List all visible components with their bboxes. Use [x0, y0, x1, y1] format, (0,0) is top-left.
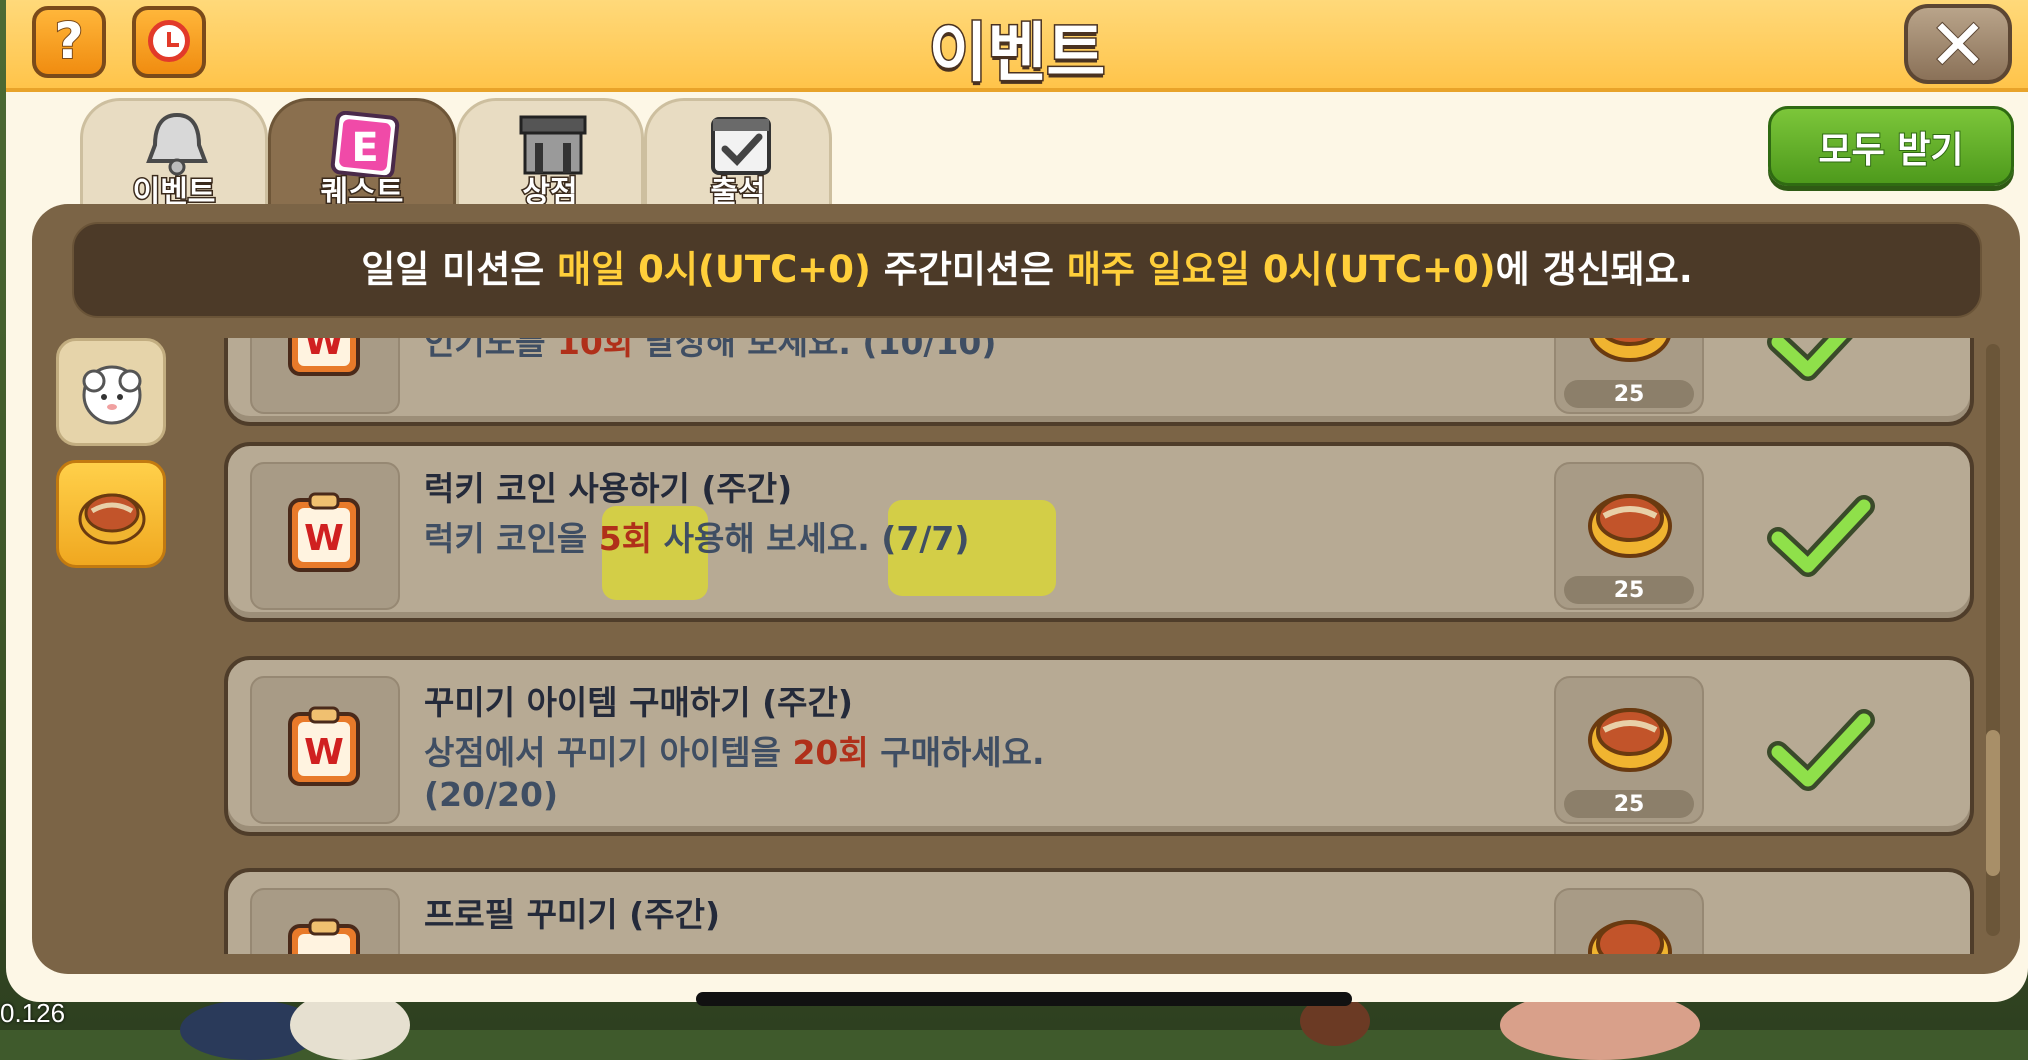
quest-icon-box: W [250, 676, 400, 824]
svg-text:W: W [304, 338, 344, 363]
quest-icon-box: W [250, 338, 400, 414]
quest-description: 인기도를 10회 달성해 보세요. (10/10) [424, 338, 1144, 364]
lucky-coin-icon [1588, 920, 1672, 954]
quest-description: 상점에서 꾸미기 아이템을 20회 구매하세요. (20/20) [424, 733, 1045, 814]
check-icon [1767, 495, 1875, 577]
svg-text:W: W [304, 518, 344, 559]
quest-title: 럭키 코인 사용하기 (주간) [424, 469, 793, 508]
notice-highlight: 매주 일요일 0시(UTC+0) [1066, 248, 1496, 291]
tab-attendance[interactable]: 출석 [644, 98, 832, 212]
quest-title: 프로필 꾸미기 (주간) [424, 895, 721, 934]
window-title: 이벤트 [927, 16, 1107, 93]
notice-text: 주간미션은 [870, 248, 1067, 291]
quest-progress: (7/7) [881, 519, 970, 558]
event-window: 이벤트 ? ✕ 이벤트 E 퀘스트 상점 출석 모두 받기 일일 미션은 매일 … [6, 0, 2028, 1002]
help-button[interactable]: ? [32, 6, 106, 78]
reward-box: 25 [1554, 462, 1704, 610]
quest-row: W 럭키 코인 사용하기 (주간) 럭키 코인을 5회 사용해 보세요. (7/… [224, 442, 1974, 622]
reward-box: 25 [1554, 676, 1704, 824]
close-button[interactable]: ✕ [1904, 3, 2012, 87]
quest-row: W 꾸미기 아이템 구매하기 (주간) 상점에서 꾸미기 아이템을 20회 구매… [224, 656, 1974, 836]
quest-title: 꾸미기 아이템 구매하기 (주간) [424, 683, 853, 722]
clipboard-w-icon: W [288, 338, 360, 376]
home-indicator[interactable] [696, 992, 1352, 1006]
quest-list[interactable]: W 인기도를 10회 달성해 보세요. (10/10) 25 W 럭키 코인 사… [182, 338, 1978, 954]
claim-all-label: 모두 받기 [1817, 129, 1964, 172]
scrollbar-thumb[interactable] [1986, 730, 2000, 876]
tab-event[interactable]: 이벤트 [80, 98, 268, 212]
reset-notice: 일일 미션은 매일 0시(UTC+0) 주간미션은 매주 일요일 0시(UTC+… [72, 222, 1982, 318]
version-label: 0.126 [0, 998, 66, 1028]
close-icon: ✕ [1928, 3, 1989, 87]
claim-all-button[interactable]: 모두 받기 [1768, 106, 2014, 186]
quest-panel: 일일 미션은 매일 0시(UTC+0) 주간미션은 매주 일요일 0시(UTC+… [32, 204, 2020, 974]
notice-text: 에 갱신돼요. [1495, 248, 1693, 291]
quest-progress: (20/20) [424, 775, 559, 814]
svg-text:W: W [304, 732, 344, 773]
quest-row: 프로필 꾸미기 (주간) [224, 868, 1974, 954]
svg-text:E: E [351, 125, 378, 171]
quest-icon-box [250, 888, 400, 954]
tab-quest[interactable]: E 퀘스트 [268, 98, 456, 212]
reward-count: 25 [1613, 382, 1645, 407]
category-lucky-coin[interactable] [56, 460, 166, 568]
quest-row: W 인기도를 10회 달성해 보세요. (10/10) 25 [224, 338, 1974, 426]
title-bar: 이벤트 [6, 0, 2028, 93]
check-icon [1767, 709, 1875, 791]
clipboard-w-icon [288, 918, 360, 954]
lucky-coin-icon [78, 493, 146, 545]
quest-icon-box: W [250, 462, 400, 610]
reward-box [1554, 888, 1704, 954]
help-icon: ? [53, 11, 84, 71]
lucky-coin-icon [1589, 338, 1671, 362]
quest-description: 럭키 코인을 5회 사용해 보세요. (7/7) [424, 519, 970, 558]
clipboard-w-icon: W [288, 492, 360, 572]
notice-highlight: 매일 0시(UTC+0) [557, 248, 871, 291]
check-icon [1767, 338, 1853, 381]
clipboard-w-icon: W [288, 706, 360, 786]
quest-progress: (10/10) [862, 338, 997, 362]
tab-shop[interactable]: 상점 [456, 98, 644, 212]
alarm-clock-button[interactable] [132, 6, 206, 78]
category-sheep[interactable] [56, 338, 166, 446]
reward-count: 25 [1613, 792, 1645, 817]
lucky-coin-icon [1588, 708, 1672, 772]
lucky-coin-icon [1588, 494, 1672, 558]
sheep-icon [82, 365, 142, 425]
notice-text: 일일 미션은 [361, 248, 558, 291]
reward-box: 25 [1554, 338, 1704, 414]
reward-count: 25 [1613, 578, 1645, 603]
